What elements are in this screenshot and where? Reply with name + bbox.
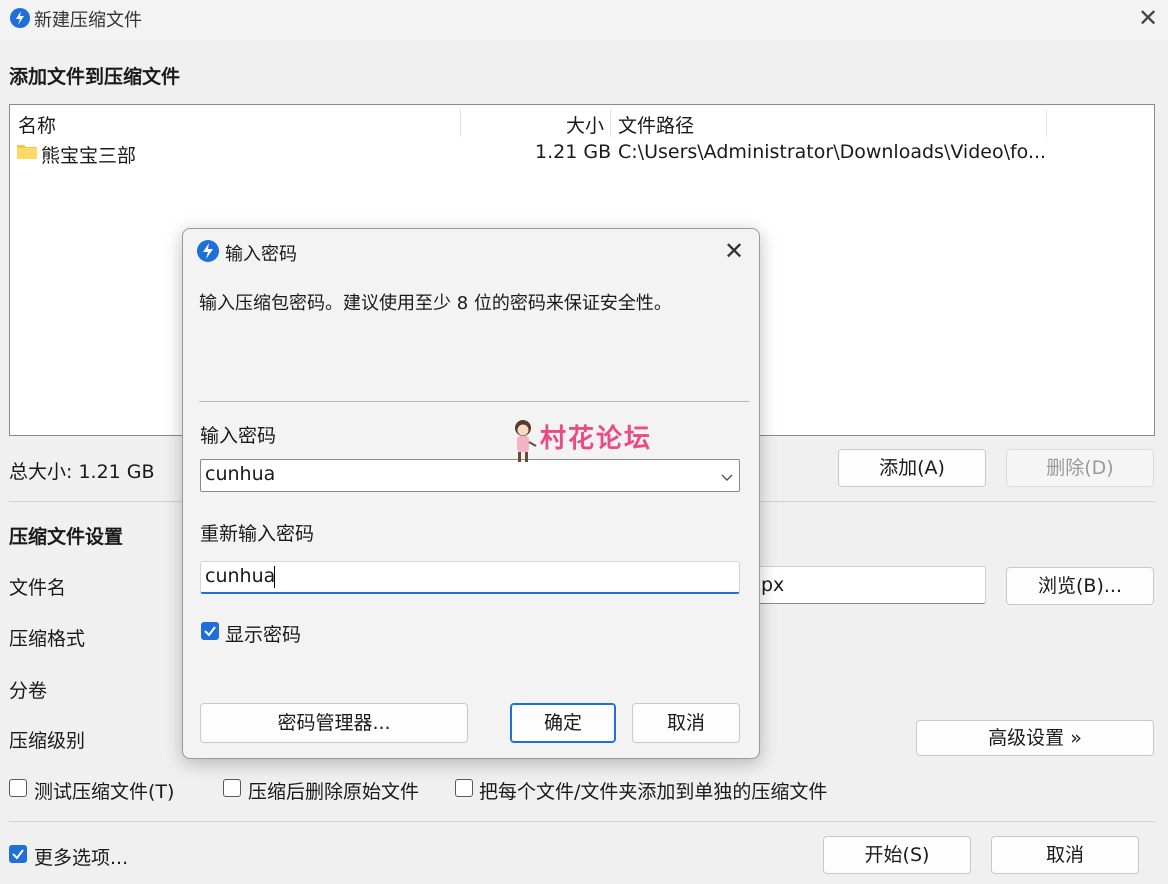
password-dialog: 输入密码 ✕ 输入压缩包密码。建议使用至少 8 位的密码来保证安全性。 输入密码…	[182, 228, 760, 759]
more-options-label[interactable]: 更多选项...	[34, 843, 128, 870]
column-divider[interactable]	[460, 109, 461, 137]
dialog-titlebar: 输入密码 ✕	[183, 229, 759, 273]
column-header-path[interactable]: 文件路径	[618, 111, 694, 138]
ok-button[interactable]: 确定	[510, 703, 616, 743]
chevron-down-icon[interactable]	[719, 468, 735, 484]
window-title: 新建压缩文件	[34, 10, 142, 31]
column-header-size[interactable]: 大小	[566, 111, 604, 138]
watermark-mascot-icon	[510, 418, 538, 466]
password-label: 输入密码	[200, 425, 277, 447]
level-label: 压缩级别	[9, 730, 86, 752]
test-archive-label[interactable]: 测试压缩文件(T)	[34, 777, 174, 804]
row-path: C:\Users\Administrator\Downloads\Video\f…	[618, 141, 1047, 163]
show-password-label[interactable]: 显示密码	[225, 620, 301, 647]
test-archive-checkbox[interactable]	[9, 779, 27, 797]
browse-button[interactable]: 浏览(B)...	[1006, 567, 1154, 605]
watermark-text: 村花论坛	[540, 424, 653, 454]
dialog-title: 输入密码	[225, 244, 297, 265]
add-files-heading: 添加文件到压缩文件	[9, 66, 181, 88]
password-value: cunhua	[205, 463, 276, 485]
more-options-checkbox[interactable]	[9, 845, 27, 863]
app-logo-icon	[197, 240, 219, 262]
delete-source-checkbox[interactable]	[223, 779, 241, 797]
settings-heading: 压缩文件设置	[9, 526, 124, 548]
repassword-input[interactable]: cunhua	[200, 561, 740, 594]
row-name: 熊宝宝三部	[41, 145, 137, 167]
format-label: 压缩格式	[9, 628, 86, 650]
total-size-text: 总大小: 1.21 GB	[9, 461, 155, 483]
app-logo-icon	[10, 8, 30, 28]
repassword-label: 重新输入密码	[200, 523, 315, 545]
cancel-button[interactable]: 取消	[991, 836, 1139, 874]
column-header-name[interactable]: 名称	[18, 111, 56, 138]
volume-label: 分卷	[9, 680, 48, 702]
add-button[interactable]: 添加(A)	[838, 449, 986, 487]
column-divider[interactable]	[610, 109, 611, 137]
delete-source-label[interactable]: 压缩后删除原始文件	[248, 777, 419, 804]
filename-input[interactable]: px	[758, 566, 986, 604]
start-button[interactable]: 开始(S)	[823, 836, 971, 874]
each-separate-label[interactable]: 把每个文件/文件夹添加到单独的压缩文件	[479, 777, 827, 804]
divider	[199, 401, 749, 402]
dialog-description: 输入压缩包密码。建议使用至少 8 位的密码来保证安全性。	[199, 293, 672, 314]
each-separate-checkbox[interactable]	[455, 779, 473, 797]
show-password-checkbox[interactable]	[201, 622, 219, 640]
column-divider[interactable]	[1046, 109, 1047, 137]
text-caret	[274, 566, 275, 588]
dialog-cancel-button[interactable]: 取消	[632, 703, 740, 743]
close-icon[interactable]: ✕	[1136, 4, 1160, 32]
folder-icon	[16, 143, 38, 160]
close-icon[interactable]: ✕	[721, 237, 747, 265]
advanced-settings-button[interactable]: 高级设置 »	[916, 720, 1154, 756]
password-combobox[interactable]: cunhua	[200, 459, 740, 492]
delete-button[interactable]: 删除(D)	[1006, 449, 1154, 487]
window-titlebar: 新建压缩文件 ✕	[0, 0, 1168, 40]
repassword-value: cunhua	[205, 565, 276, 587]
password-manager-button[interactable]: 密码管理器...	[200, 703, 468, 743]
filename-label: 文件名	[9, 577, 67, 599]
row-size: 1.21 GB	[535, 141, 612, 163]
divider	[9, 821, 1155, 822]
